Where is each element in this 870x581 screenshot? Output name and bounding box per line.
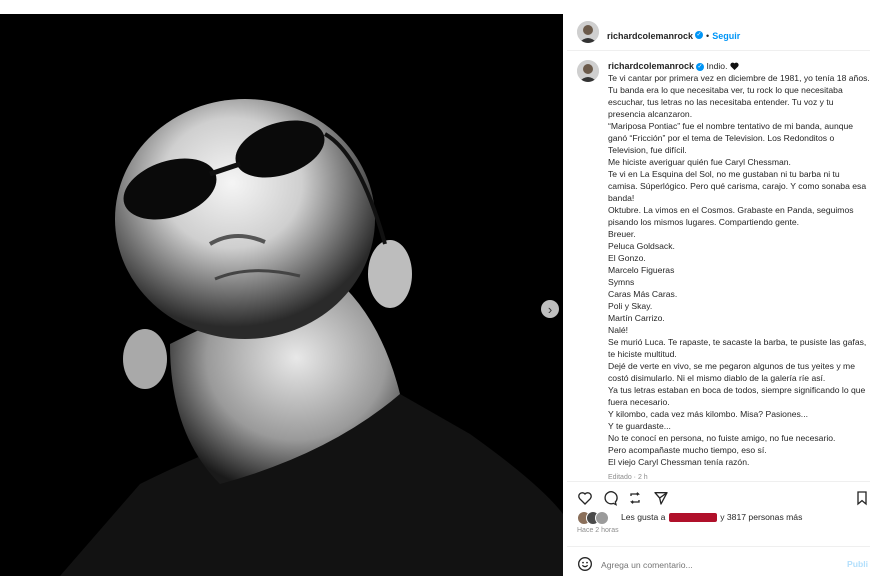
action-bar [567, 481, 870, 510]
caption-avatar[interactable] [577, 60, 599, 82]
caption-line: Caras Más Caras. [608, 289, 678, 299]
caption-line: Marcelo Figueras [608, 265, 675, 275]
likes-count[interactable]: y 3817 personas más [720, 512, 802, 522]
likes-summary: Les gusta a y 3817 personas más [577, 511, 867, 525]
likes-prefix: Les gusta a [621, 512, 666, 522]
carousel-next-button[interactable]: › [541, 300, 559, 318]
comment-bar: Publi [567, 546, 870, 581]
caption-line: El viejo Caryl Chessman tenía razón. [608, 457, 750, 467]
caption-line: Nalé! [608, 325, 629, 335]
black-heart-icon [730, 62, 739, 70]
caption-line: Oktubre. La vimos en el Cosmos. Grabaste… [608, 205, 854, 227]
emoji-icon[interactable] [577, 556, 593, 572]
likes-text: Les gusta a y 3817 personas más [621, 512, 802, 523]
profile-picture [577, 60, 599, 82]
comment-icon[interactable] [602, 490, 618, 506]
caption-line: Ya tus letras estaban en boca de todos, … [608, 385, 866, 407]
caption-line: Poli y Skay. [608, 301, 653, 311]
caption-scroll-area[interactable]: richardcolemanrock ✓ Indio. Te vi cantar … [567, 60, 870, 492]
caption-username[interactable]: richardcolemanrock [608, 61, 694, 71]
post-media: › [0, 14, 563, 576]
send-icon[interactable] [653, 490, 669, 506]
caption-line: Pero acompañaste mucho tiempo, eso sí. [608, 445, 767, 455]
caption-line: No te conocí en persona, no fuiste amigo… [608, 433, 836, 443]
caption-line: Breuer. [608, 229, 636, 239]
bookmark-icon[interactable] [854, 490, 870, 506]
caption-line: Se murió Luca. Te rapaste, te sacaste la… [608, 337, 867, 359]
liker-avatar[interactable] [595, 511, 609, 525]
publish-button[interactable]: Publi [847, 559, 868, 569]
caption-line: Me hiciste averiguar quién fue Caryl Che… [608, 157, 791, 167]
separator-dot: • [706, 31, 710, 41]
caption-line: Y kilombo, cada vez más kilombo. Misa? P… [608, 409, 808, 419]
caption-line: Te vi en La Esquina del Sol, no me gusta… [608, 169, 867, 203]
follow-button[interactable]: Seguir [712, 31, 740, 41]
chevron-right-icon: › [547, 301, 553, 317]
verified-badge-icon: ✓ [696, 62, 705, 71]
caption-line: “Mariposa Pontiac” fue el nombre tentati… [608, 121, 854, 155]
caption-line: Peluca Goldsack. [608, 241, 675, 251]
caption-line: Symns [608, 277, 635, 287]
post-header: richardcolemanrock ✓ • Seguir [567, 14, 870, 51]
post-side-panel: richardcolemanrock ✓ • Seguir richardcolema… [567, 14, 870, 580]
header-user-line: richardcolemanrock ✓ • Seguir [607, 26, 740, 44]
post-time: Hace 2 horas [577, 527, 619, 534]
caption-line: Dejé de verte en vivo, se me pegaron alg… [608, 361, 855, 383]
caption-line: El Gonzo. [608, 253, 646, 263]
avatar[interactable] [577, 21, 599, 43]
share-icon[interactable] [627, 490, 643, 506]
caption-title: Indio. [706, 61, 728, 71]
post-photo [0, 14, 563, 576]
caption-body: Te vi cantar por primera vez en diciembr… [608, 72, 870, 468]
caption-line: Te vi cantar por primera vez en diciembr… [608, 73, 870, 119]
comment-input[interactable] [601, 558, 811, 572]
verified-badge-icon: ✓ [695, 30, 704, 39]
post-caption: richardcolemanrock ✓ Indio. Te vi cantar … [608, 60, 870, 484]
heart-icon[interactable] [577, 490, 593, 506]
caption-line: Martín Carrizo. [608, 313, 665, 323]
caption-line: Y te guardaste... [608, 421, 671, 431]
username-link[interactable]: richardcolemanrock [607, 31, 693, 41]
redacted-username [668, 513, 717, 523]
profile-picture [577, 21, 599, 43]
